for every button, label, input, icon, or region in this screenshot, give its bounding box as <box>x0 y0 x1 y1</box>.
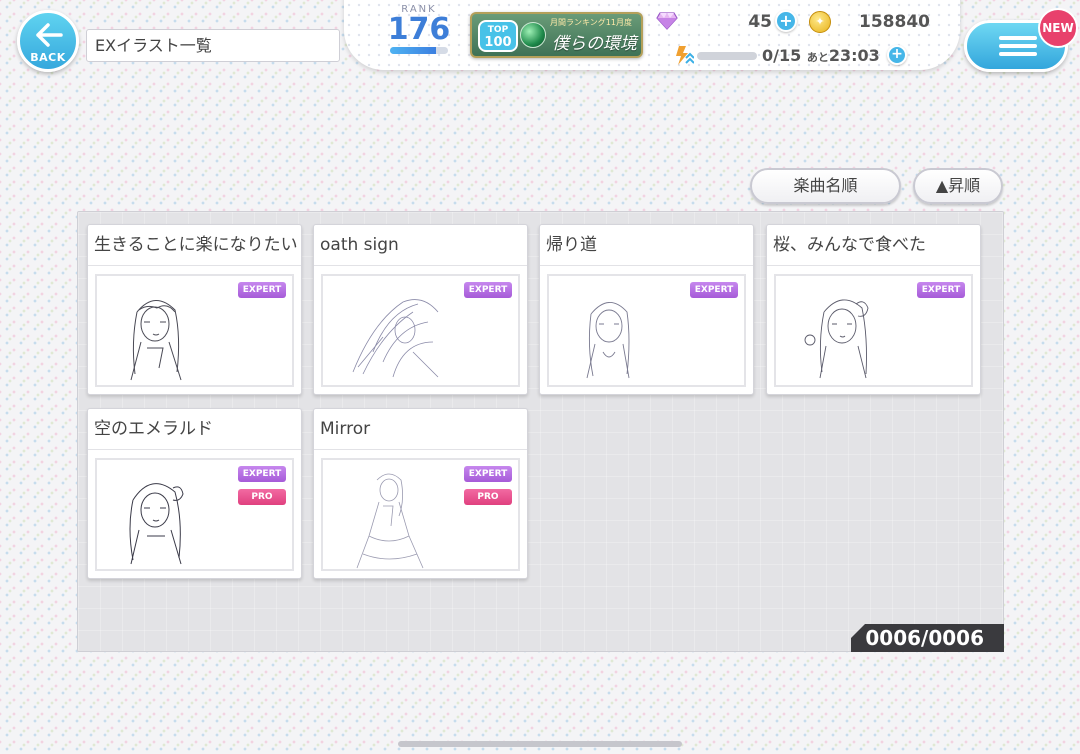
illustration-card[interactable]: Mirror EXPERT PRO <box>313 408 528 579</box>
card-title: 生きることに楽になりたい <box>88 225 301 266</box>
illustration-card[interactable]: 生きることに楽になりたい EXPERT <box>87 224 302 395</box>
expert-tag: EXPERT <box>464 466 512 482</box>
new-badge: NEW <box>1038 8 1078 48</box>
plus-icon: + <box>891 46 903 62</box>
card-title: oath sign <box>314 225 527 266</box>
expert-tag: EXPERT <box>238 282 286 298</box>
back-button[interactable]: BACK <box>17 10 79 72</box>
sort-direction-button[interactable]: ▲昇順 <box>913 168 1003 204</box>
ranking-song-title: 僕らの環境 <box>552 34 637 54</box>
plus-icon: + <box>779 11 793 30</box>
stamina-timer: 23:03 <box>828 46 880 65</box>
ranking-subtitle: 月間ランキング11月度 <box>550 18 632 27</box>
card-title: 帰り道 <box>540 225 753 266</box>
card-title: 桜、みんなで食べた <box>767 225 980 266</box>
rank-progress-fill <box>390 47 437 54</box>
illustration-card[interactable]: 帰り道 EXPERT <box>539 224 754 395</box>
sort-order-button[interactable]: 楽曲名順 <box>750 168 901 204</box>
page-title: EXイラスト一覧 <box>86 29 340 62</box>
diamond-icon <box>656 12 678 30</box>
card-title: Mirror <box>314 409 527 450</box>
sketch-image <box>804 299 869 379</box>
expert-tag: EXPERT <box>917 282 965 298</box>
coin-icon: ✦ <box>809 11 831 33</box>
item-counter: 0006/0006 <box>851 624 1004 652</box>
top100-line2: 100 <box>484 35 512 50</box>
illustration-thumbnail: EXPERT PRO <box>321 458 520 571</box>
expert-tag: EXPERT <box>464 282 512 298</box>
sketch-image <box>352 299 439 378</box>
coins-count: 158840 <box>859 12 930 32</box>
pro-tag: PRO <box>238 489 286 505</box>
back-label: BACK <box>30 51 66 64</box>
sketch-image <box>356 473 424 569</box>
expert-tag: EXPERT <box>690 282 738 298</box>
top100-badge: TOP 100 <box>478 20 518 52</box>
add-stamina-button[interactable]: + <box>887 45 907 65</box>
illustration-thumbnail: EXPERT <box>547 274 746 387</box>
illustration-thumbnail: EXPERT <box>95 274 294 387</box>
card-title: 空のエメラルド <box>88 409 301 450</box>
rank-display: RANK 176 <box>380 4 458 66</box>
illustration-thumbnail: EXPERT <box>321 274 520 387</box>
stamina-display: 0/15 あと23:03 <box>762 46 880 65</box>
sketch-image <box>130 300 182 381</box>
stamina-icon <box>676 46 694 65</box>
illustration-card[interactable]: 桜、みんなで食べた EXPERT <box>766 224 981 395</box>
pro-tag: PRO <box>464 489 512 505</box>
rank-value: 176 <box>387 12 451 47</box>
sketch-image <box>586 302 630 379</box>
stamina-count: 0/15 <box>762 46 802 65</box>
illustration-thumbnail: EXPERT PRO <box>95 458 294 571</box>
gems-count: 45 <box>748 12 772 32</box>
ranking-badge[interactable]: TOP 100 月間ランキング11月度 僕らの環境 <box>470 12 643 58</box>
rank-progress-bar <box>390 47 448 54</box>
home-indicator[interactable] <box>398 741 682 747</box>
stamina-bar <box>697 52 757 60</box>
top100-line1: TOP <box>487 25 509 35</box>
arrow-left-icon <box>36 23 63 47</box>
illustration-thumbnail: EXPERT <box>774 274 973 387</box>
illustration-card[interactable]: 空のエメラルド EXPERT PRO <box>87 408 302 579</box>
sketch-image <box>129 483 184 565</box>
illustration-card[interactable]: oath sign EXPERT <box>313 224 528 395</box>
expert-tag: EXPERT <box>238 466 286 482</box>
stamina-timer-prefix: あと <box>806 51 829 64</box>
add-gems-button[interactable]: + <box>775 10 797 32</box>
emerald-gem-icon <box>520 22 546 48</box>
